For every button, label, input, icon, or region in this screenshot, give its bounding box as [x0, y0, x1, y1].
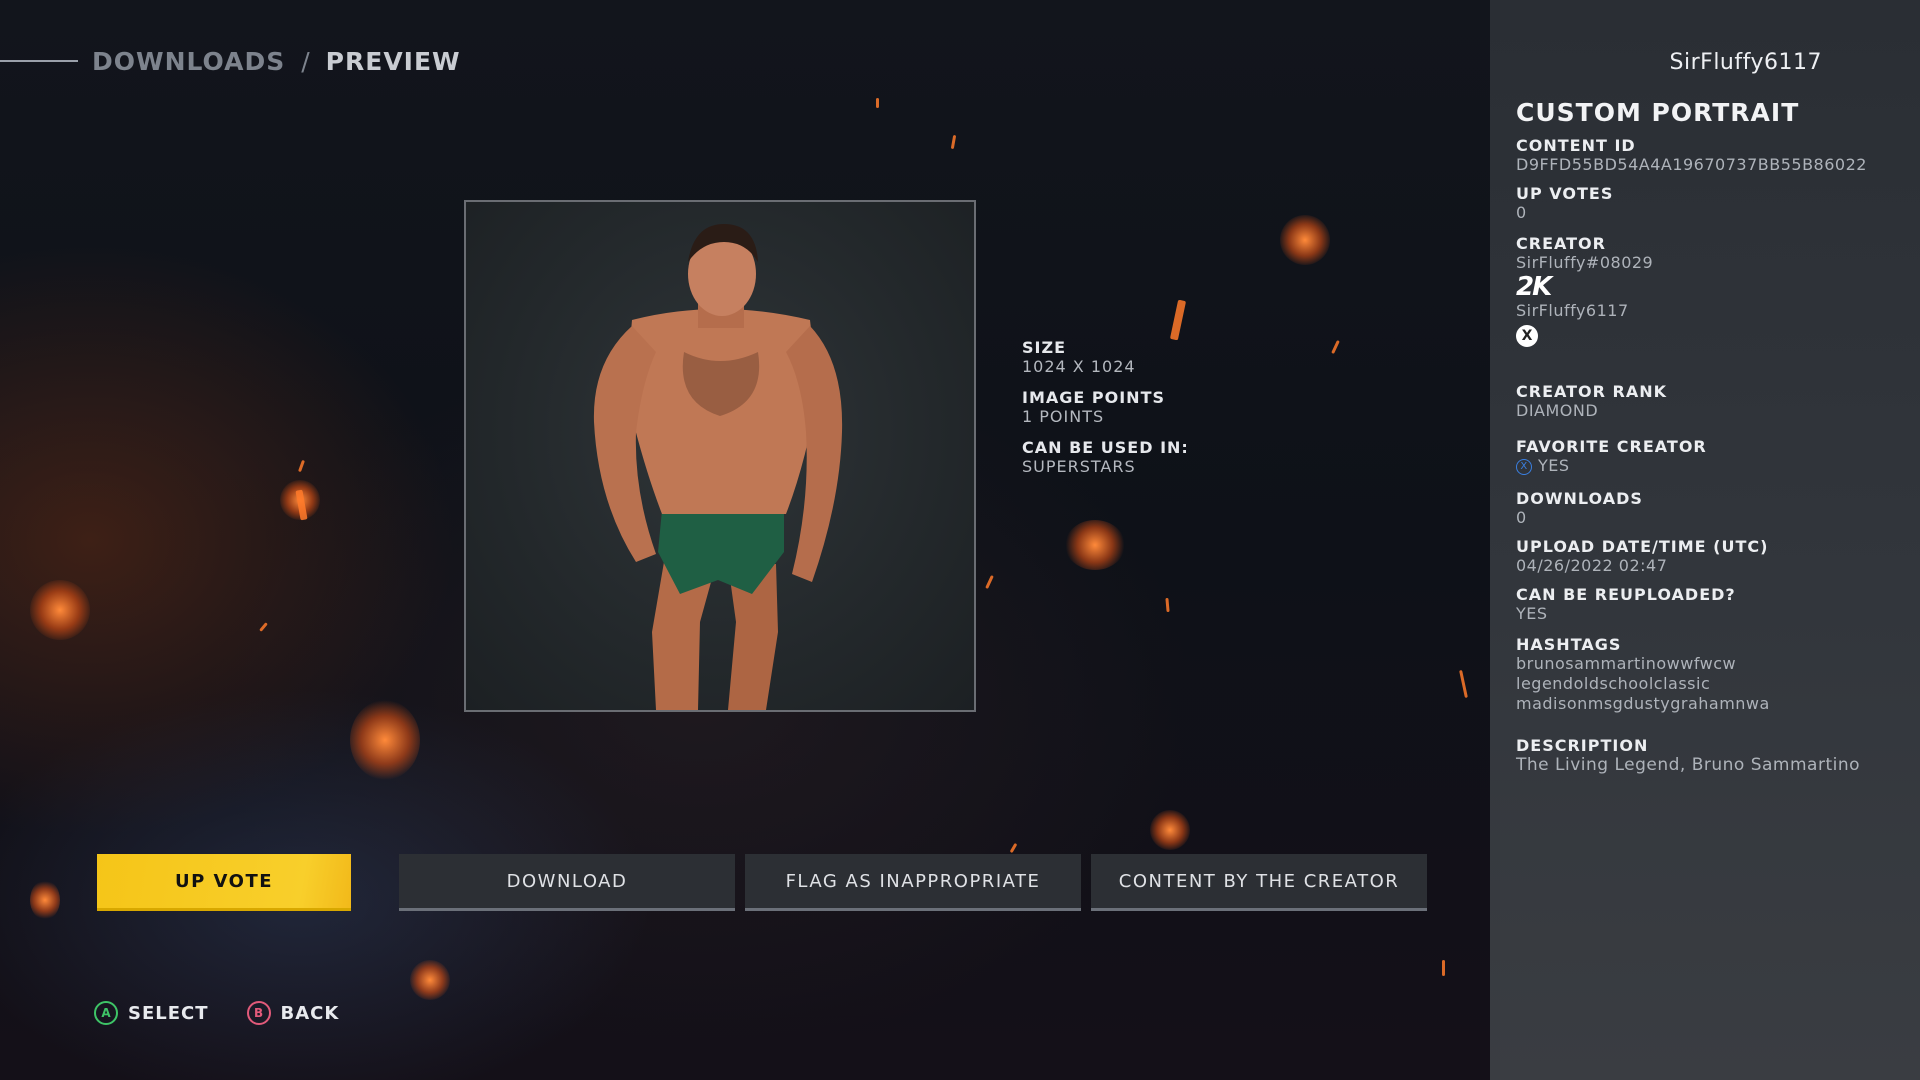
image-meta: SIZE 1024 X 1024 IMAGE POINTS 1 POINTS C…: [1022, 338, 1282, 488]
downloads-label: DOWNLOADS: [1516, 489, 1643, 508]
creator-2k-id: SirFluffy#08029: [1516, 253, 1654, 272]
favorite-creator-label: FAVORITE CREATOR: [1516, 437, 1707, 456]
up-votes-label: UP VOTES: [1516, 184, 1614, 203]
breadcrumb-current: PREVIEW: [325, 46, 461, 76]
b-button-icon: B: [246, 1001, 271, 1025]
back-label: BACK: [280, 1002, 340, 1024]
description-label: DESCRIPTION: [1516, 736, 1649, 755]
size-value: 1024 X 1024: [1022, 357, 1136, 376]
reupload-label: CAN BE REUPLOADED?: [1516, 585, 1736, 604]
select-prompt[interactable]: A SELECT: [94, 1001, 209, 1025]
wrestler-portrait: [593, 224, 843, 710]
up-vote-button[interactable]: UP VOTE: [97, 854, 351, 911]
breadcrumb-separator: /: [301, 46, 310, 76]
creator-field: CREATOR SirFluffy#08029 2K SirFluffy6117…: [1516, 234, 1906, 347]
2k-logo-icon: 2K: [1516, 272, 1552, 302]
hashtags-label: HASHTAGS: [1516, 635, 1622, 654]
usage-label: CAN BE USED IN:: [1022, 438, 1189, 457]
description-field: DESCRIPTION The Living Legend, Bruno Sam…: [1516, 736, 1906, 775]
details-panel: SirFluffy6117 CUSTOM PORTRAIT CONTENT ID…: [1490, 0, 1920, 1080]
breadcrumb: DOWNLOADS / PREVIEW: [0, 44, 461, 78]
favorite-creator-value-row[interactable]: X YES: [1516, 456, 1906, 476]
hashtag: madisonmsgdustygrahamnwa: [1516, 694, 1770, 713]
upload-date-field: UPLOAD DATE/TIME (UTC) 04/26/2022 02:47: [1516, 537, 1906, 576]
creator-xbox-id: SirFluffy6117: [1516, 301, 1629, 320]
breadcrumb-parent[interactable]: DOWNLOADS: [92, 47, 285, 76]
portrait-preview-image: [464, 200, 976, 712]
upload-date-label: UPLOAD DATE/TIME (UTC): [1516, 537, 1769, 556]
content-id-label: CONTENT ID: [1516, 136, 1636, 155]
creator-label: CREATOR: [1516, 234, 1606, 253]
up-votes-value: 0: [1516, 203, 1527, 222]
creator-rank-label: CREATOR RANK: [1516, 382, 1668, 401]
x-button-icon: X: [1516, 458, 1532, 475]
breadcrumb-line: [0, 60, 78, 62]
downloads-field: DOWNLOADS 0: [1516, 489, 1906, 528]
reupload-value: YES: [1516, 604, 1548, 623]
favorite-creator-field: FAVORITE CREATOR X YES: [1516, 437, 1906, 476]
image-points-value: 1 POINTS: [1022, 407, 1105, 426]
content-id-field: CONTENT ID D9FFD55BD54A4A19670737BB55B86…: [1516, 136, 1906, 175]
hashtag: brunosammartinowwfwcw: [1516, 654, 1737, 673]
download-button[interactable]: DOWNLOAD: [399, 854, 735, 911]
xbox-logo-icon: X: [1516, 325, 1538, 347]
hashtags-field: HASHTAGS brunosammartinowwfwcw legendold…: [1516, 635, 1906, 714]
content-by-creator-button[interactable]: CONTENT BY THE CREATOR: [1091, 854, 1427, 911]
downloads-value: 0: [1516, 508, 1527, 527]
back-prompt[interactable]: B BACK: [246, 1001, 340, 1025]
content-id-value: D9FFD55BD54A4A19670737BB55B86022: [1516, 155, 1867, 174]
username: SirFluffy6117: [1669, 50, 1822, 75]
a-button-icon: A: [94, 1001, 118, 1025]
image-points-label: IMAGE POINTS: [1022, 388, 1165, 407]
flag-inappropriate-button[interactable]: FLAG AS INAPPROPRIATE: [745, 854, 1081, 911]
creator-rank-value: DIAMOND: [1516, 401, 1599, 420]
panel-title: CUSTOM PORTRAIT: [1516, 98, 1800, 127]
creator-rank-field: CREATOR RANK DIAMOND: [1516, 382, 1906, 421]
upload-date-value: 04/26/2022 02:47: [1516, 556, 1668, 575]
description-value: The Living Legend, Bruno Sammartino: [1516, 755, 1861, 775]
size-label: SIZE: [1022, 338, 1067, 357]
hashtag: legendoldschoolclassic: [1516, 674, 1711, 693]
up-votes-field: UP VOTES 0: [1516, 184, 1906, 223]
favorite-creator-value: YES: [1538, 456, 1570, 475]
controller-prompts: A SELECT B BACK: [94, 1001, 377, 1025]
select-label: SELECT: [128, 1002, 209, 1024]
usage-value: SUPERSTARS: [1022, 457, 1136, 476]
reupload-field: CAN BE REUPLOADED? YES: [1516, 585, 1906, 624]
